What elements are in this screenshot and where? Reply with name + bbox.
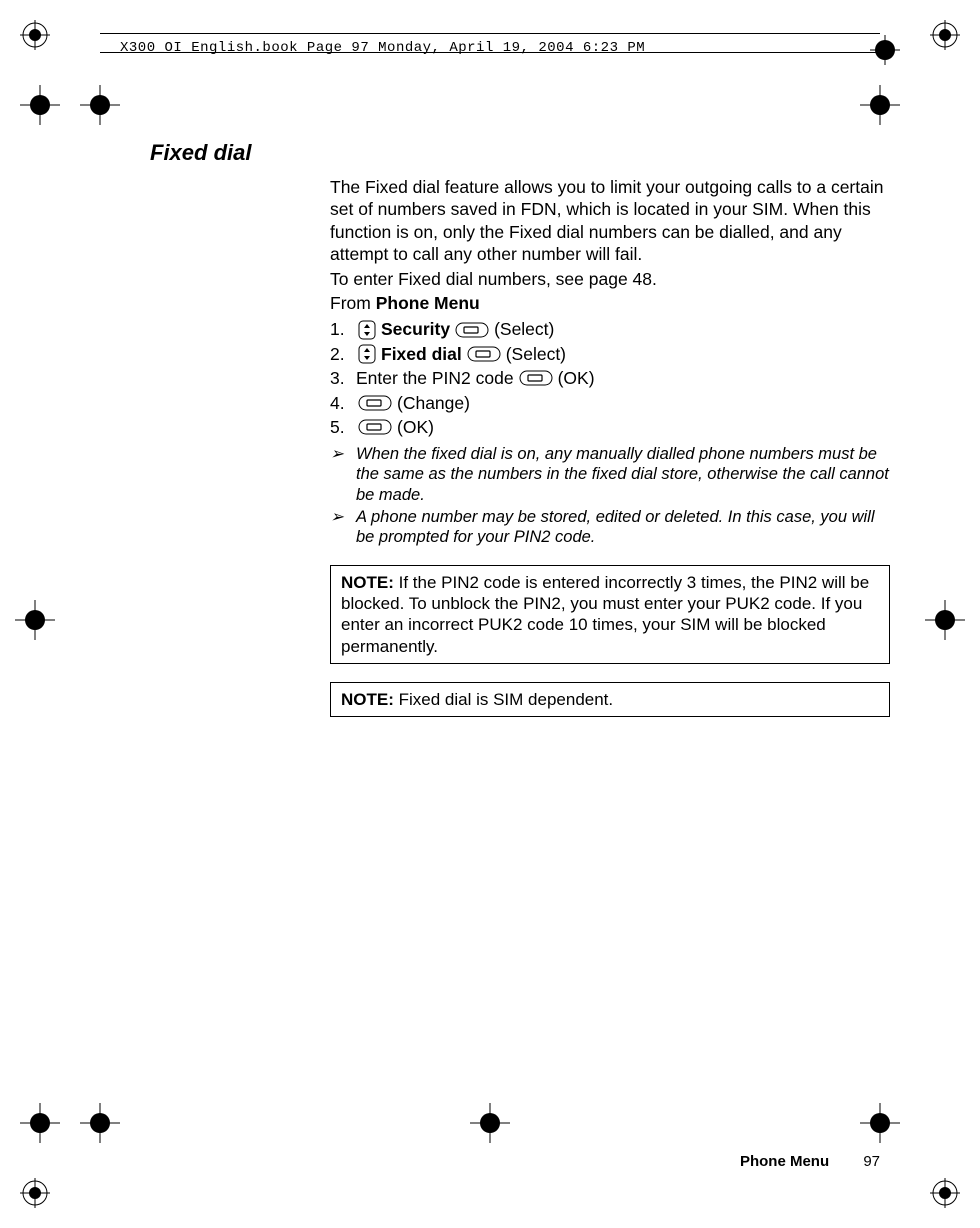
- note-box: NOTE: Fixed dial is SIM dependent.: [330, 682, 890, 717]
- step-number: 3.: [330, 367, 356, 389]
- softkey-icon: [467, 346, 501, 362]
- bullet-marker-icon: ➢: [330, 507, 356, 527]
- crop-mark-icon: [15, 600, 55, 640]
- step-number: 4.: [330, 392, 356, 414]
- step-number: 5.: [330, 416, 356, 438]
- note-label: NOTE:: [341, 573, 394, 592]
- bullet-text: A phone number may be stored, edited or …: [356, 507, 890, 547]
- step-item: 3. Enter the PIN2 code (OK): [330, 367, 890, 389]
- crop-mark-icon: [80, 85, 120, 125]
- steps-list: 1. Security (Select) 2.: [330, 318, 890, 438]
- crop-mark-icon: [860, 85, 900, 125]
- crop-mark-icon: [925, 600, 965, 640]
- crop-mark-icon: [20, 1178, 50, 1208]
- step-suffix: (Select): [506, 343, 566, 365]
- from-prefix: From: [330, 293, 376, 313]
- step-label: Fixed dial: [381, 343, 462, 365]
- bullet-item: ➢ A phone number may be stored, edited o…: [330, 507, 890, 547]
- softkey-icon: [519, 370, 553, 386]
- crop-mark-icon: [930, 20, 960, 50]
- step-item: 5. (OK): [330, 416, 890, 438]
- note-text: Fixed dial is SIM dependent.: [394, 690, 613, 709]
- intro-paragraph-2: To enter Fixed dial numbers, see page 48…: [330, 268, 890, 290]
- step-suffix: (Change): [397, 392, 470, 414]
- softkey-icon: [455, 322, 489, 338]
- note-label: NOTE:: [341, 690, 394, 709]
- nav-updown-icon: [358, 320, 376, 340]
- step-suffix: (OK): [397, 416, 434, 438]
- intro-paragraph: The Fixed dial feature allows you to lim…: [330, 176, 890, 266]
- bullet-item: ➢ When the fixed dial is on, any manuall…: [330, 444, 890, 504]
- crop-mark-icon: [860, 1103, 900, 1143]
- step-plain: Enter the PIN2 code: [356, 367, 514, 389]
- footer-page-number: 97: [863, 1153, 880, 1170]
- print-header: X300_OI_English.book Page 97 Monday, Apr…: [100, 33, 880, 53]
- crop-mark-icon: [470, 1103, 510, 1143]
- step-item: 4. (Change): [330, 392, 890, 414]
- softkey-icon: [358, 419, 392, 435]
- crop-mark-icon: [20, 85, 60, 125]
- step-number: 1.: [330, 318, 356, 340]
- from-menu: Phone Menu: [376, 293, 480, 313]
- step-suffix: (Select): [494, 318, 554, 340]
- footer-section: Phone Menu: [740, 1153, 829, 1170]
- step-label: Security: [381, 318, 450, 340]
- bullet-text: When the fixed dial is on, any manually …: [356, 444, 890, 504]
- page-content: Fixed dial The Fixed dial feature allows…: [150, 140, 890, 717]
- step-item: 1. Security (Select): [330, 318, 890, 340]
- section-title: Fixed dial: [150, 140, 890, 166]
- bullet-list: ➢ When the fixed dial is on, any manuall…: [330, 444, 890, 547]
- note-text: If the PIN2 code is entered incorrectly …: [341, 573, 869, 656]
- softkey-icon: [358, 395, 392, 411]
- note-box: NOTE: If the PIN2 code is entered incorr…: [330, 565, 890, 664]
- print-header-text: X300_OI_English.book Page 97 Monday, Apr…: [120, 40, 645, 56]
- body-text: The Fixed dial feature allows you to lim…: [330, 176, 890, 717]
- crop-mark-icon: [20, 20, 50, 50]
- step-item: 2. Fixed dial (Select): [330, 343, 890, 365]
- bullet-marker-icon: ➢: [330, 444, 356, 464]
- crop-mark-icon: [80, 1103, 120, 1143]
- crop-mark-icon: [930, 1178, 960, 1208]
- from-line: From Phone Menu: [330, 292, 890, 314]
- step-suffix: (OK): [558, 367, 595, 389]
- step-number: 2.: [330, 343, 356, 365]
- crop-mark-icon: [20, 1103, 60, 1143]
- page-footer: Phone Menu 97: [0, 1153, 880, 1170]
- nav-updown-icon: [358, 344, 376, 364]
